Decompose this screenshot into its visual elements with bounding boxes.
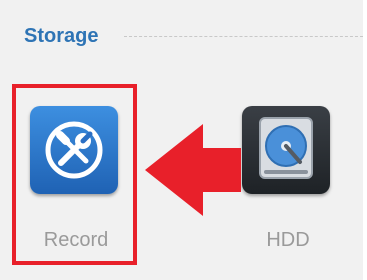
highlight-box xyxy=(12,84,137,265)
hdd-label: HDD xyxy=(266,229,310,251)
hdd-tile[interactable]: HDD xyxy=(240,98,336,258)
storage-panel: Storage Record HDD xyxy=(0,0,363,280)
section-title: Storage xyxy=(24,25,99,47)
pointer-arrow xyxy=(145,124,241,216)
right-edge xyxy=(363,0,367,280)
hdd-icon[interactable] xyxy=(242,106,330,194)
section-divider xyxy=(124,36,363,37)
